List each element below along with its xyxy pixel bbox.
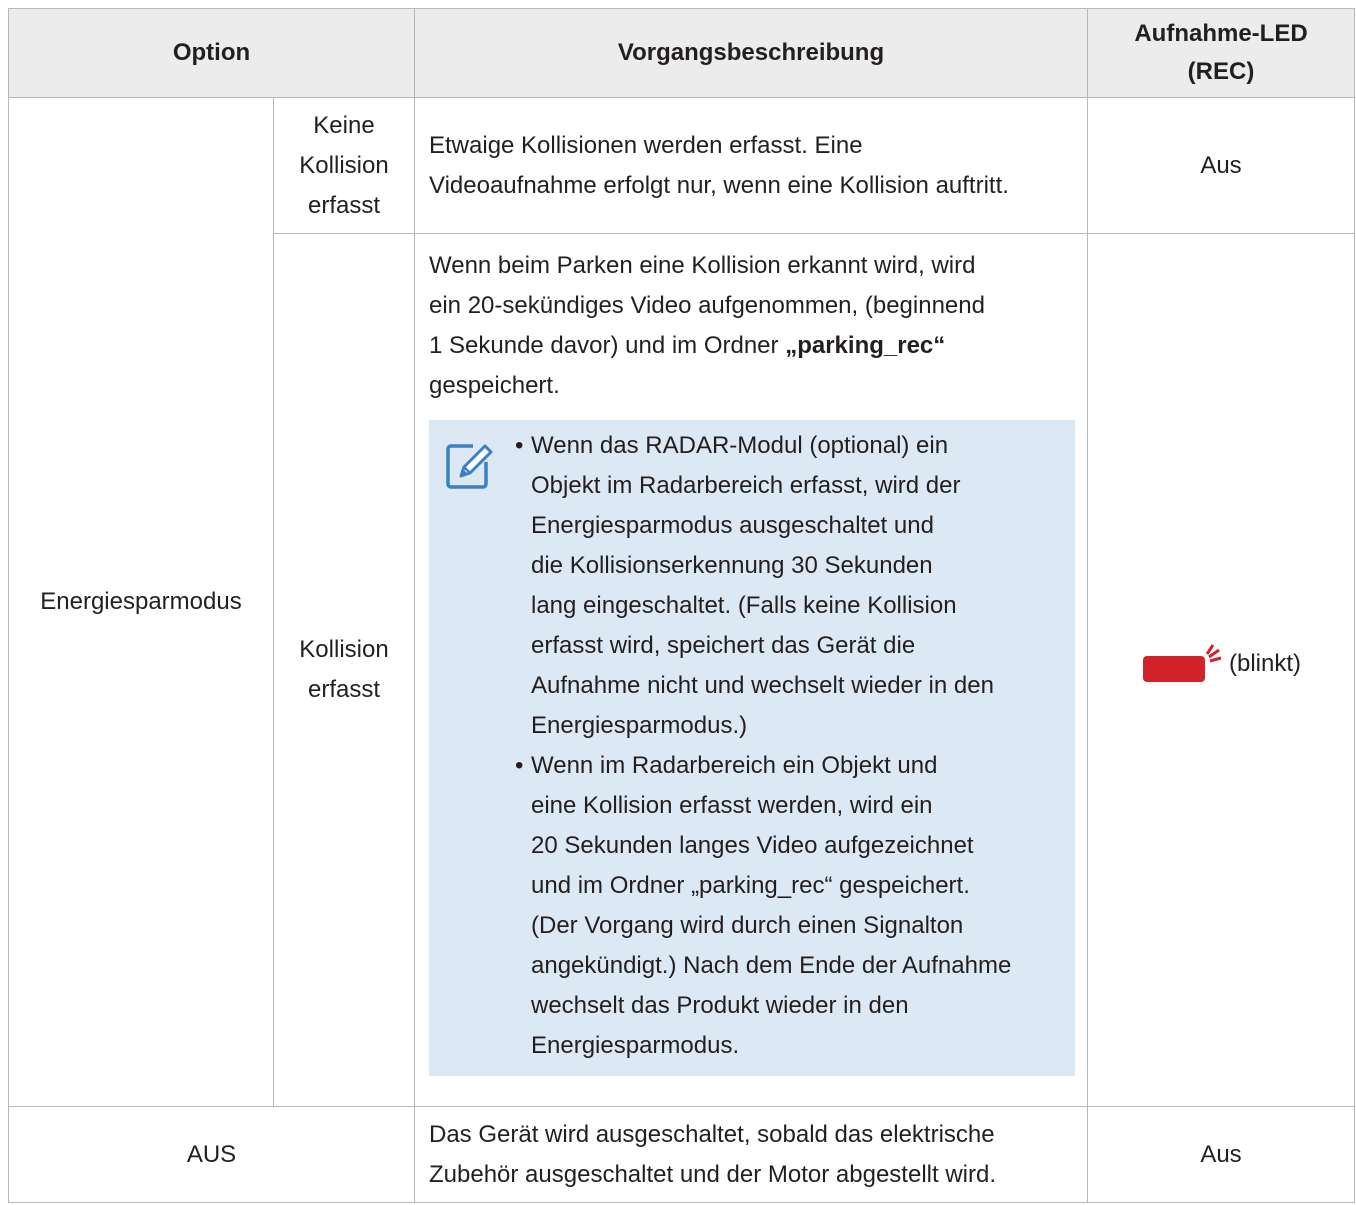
table-row-no-collision: Energiesparmodus Keine Kollision erfasst…	[8, 97, 1355, 1107]
sub-label-line: Kollision	[299, 636, 389, 663]
sub-label-line: erfasst	[307, 191, 381, 219]
sub-label-line: Keine	[313, 111, 375, 139]
desc-line: Zubehör ausgeschaltet und der Motor abge…	[429, 1161, 996, 1188]
note-line: (Der Vorgang wird durch einen Signalton	[531, 912, 964, 939]
note-line: Wenn das RADAR-Modul (optional) ein	[531, 432, 949, 459]
off-label: AUS	[8, 1106, 415, 1203]
note-line: Energiesparmodus.	[531, 1032, 740, 1059]
desc-line: 1 Sekunde davor) und im Ordner „parking_…	[429, 326, 1075, 366]
note-line: 20 Sekunden langes Video aufgezeichnet	[531, 832, 974, 859]
note-line: Objekt im Radarbereich erfasst, wird der	[531, 472, 961, 499]
desc-line: Wenn beim Parken eine Kollision erkannt …	[429, 252, 976, 279]
desc-off: Das Gerät wird ausgeschaltet, sobald das…	[414, 1106, 1088, 1203]
desc-no-collision: Etwaige Kollisionen werden erfasst. Eine…	[414, 97, 1088, 234]
note-pencil-icon	[446, 444, 493, 489]
note-bullet-2: • Wenn im Radarbereich ein Objekt und ei…	[515, 746, 1075, 1066]
note-line: angekündigt.) Nach dem Ende der Aufnahme	[531, 952, 1012, 979]
desc-line: Das Gerät wird ausgeschaltet, sobald das…	[429, 1121, 995, 1148]
red-led-blinking-icon	[1142, 643, 1222, 682]
options-table: Option Vorgangsbeschreibung Aufnahme-LED…	[8, 8, 1355, 1203]
energy-mode-label: Energiesparmodus	[8, 97, 274, 1107]
sub-label-line: erfasst	[307, 676, 381, 703]
header-led: Aufnahme-LED (REC)	[1087, 8, 1355, 98]
desc-line: Etwaige Kollisionen werden erfasst. Eine	[429, 131, 863, 159]
note-line: Wenn im Radarbereich ein Objekt und	[531, 752, 938, 779]
bullet-dot: •	[515, 432, 524, 459]
note-line: eine Kollision erfasst werden, wird ein	[531, 792, 933, 819]
note-bullet-1: • Wenn das RADAR-Modul (optional) ein Ob…	[515, 426, 1075, 746]
desc-line: Videoaufnahme erfolgt nur, wenn eine Kol…	[429, 171, 1009, 199]
note-line: Aufnahme nicht und wechselt wieder in de…	[531, 672, 994, 699]
led-off: Aus	[1087, 1106, 1355, 1203]
folder-name: „parking_rec“	[785, 332, 946, 359]
sub-label-collision: Kollision erfasst	[273, 233, 415, 1107]
desc-line: ein 20-sekündiges Video aufgenommen, (be…	[429, 292, 985, 319]
led-no-collision: Aus	[1087, 97, 1355, 234]
note-box: • Wenn das RADAR-Modul (optional) ein Ob…	[429, 420, 1075, 1076]
desc-line-text: 1 Sekunde davor) und im Ordner	[429, 332, 786, 359]
header-description: Vorgangsbeschreibung	[414, 8, 1088, 98]
table-row-off: AUS Das Gerät wird ausgeschaltet, sobald…	[8, 1106, 1355, 1203]
sub-label-no-collision: Keine Kollision erfasst	[273, 97, 415, 234]
note-line: lang eingeschaltet. (Falls keine Kollisi…	[531, 592, 957, 619]
sub-label-line: Kollision	[299, 151, 389, 179]
table-header-row: Option Vorgangsbeschreibung Aufnahme-LED…	[8, 8, 1355, 98]
note-line: Energiesparmodus ausgeschaltet und	[531, 512, 934, 539]
led-collision: (blinkt)	[1087, 233, 1355, 1107]
note-line: und im Ordner „parking_rec“ gespeichert.	[531, 872, 970, 899]
note-line: erfasst wird, speichert das Gerät die	[531, 632, 916, 659]
header-led-line1: Aufnahme-LED	[1134, 20, 1308, 47]
header-led-line2: (REC)	[1187, 58, 1255, 85]
led-blink-text: (blinkt)	[1228, 649, 1301, 677]
note-line: Energiesparmodus.)	[531, 712, 748, 739]
note-line: wechselt das Produkt wieder in den	[531, 992, 909, 1019]
led-indicator: (blinkt)	[1141, 643, 1301, 684]
note-line: die Kollisionserkennung 30 Sekunden	[531, 552, 933, 579]
header-option: Option	[8, 8, 415, 98]
desc-collision: Wenn beim Parken eine Kollision erkannt …	[414, 233, 1088, 1107]
desc-line: gespeichert.	[429, 372, 560, 399]
bullet-dot: •	[515, 752, 524, 779]
